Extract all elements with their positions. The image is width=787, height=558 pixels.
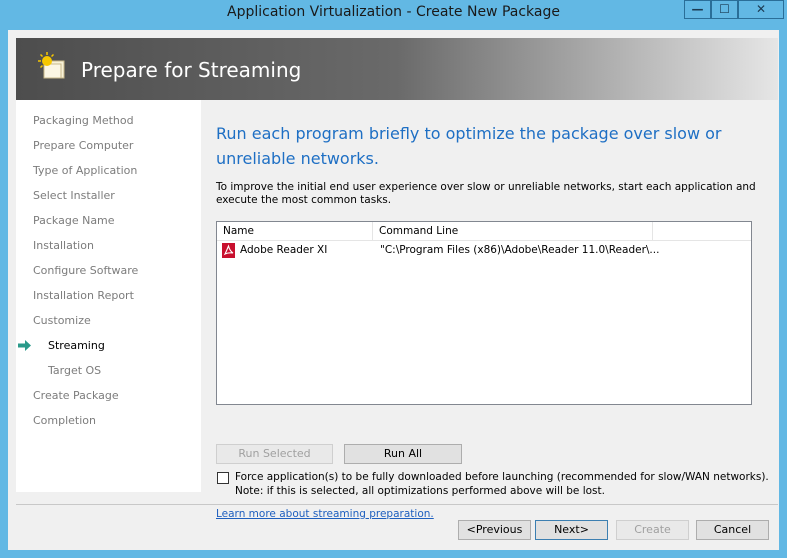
column-header-command-line[interactable]: Command Line	[373, 222, 653, 240]
close-icon: ✕	[755, 2, 767, 16]
application-window: Application Virtualization - Create New …	[0, 0, 787, 558]
next-button[interactable]: Next>	[535, 520, 608, 540]
wizard-step-list: Packaging Method Prepare Computer Type o…	[16, 100, 201, 492]
nav-step-configure-software: Configure Software	[33, 264, 139, 277]
pdf-icon	[222, 243, 235, 258]
command-line-cell: "C:\Program Files (x86)\Adobe\Reader 11.…	[380, 244, 660, 256]
page-heading: Run each program briefly to optimize the…	[216, 124, 722, 168]
nav-step-installation: Installation	[33, 239, 94, 252]
nav-step-type-of-application: Type of Application	[33, 164, 138, 177]
nav-step-installation-report: Installation Report	[33, 289, 134, 302]
minimize-icon: —	[691, 2, 704, 16]
force-download-note: Note: if this is selected, all optimizat…	[235, 485, 605, 497]
minimize-button[interactable]: —	[684, 0, 711, 19]
green-arrow-icon	[18, 340, 31, 351]
applications-list[interactable]: Name Command Line Adobe Reader XI "C:\Pr…	[216, 221, 752, 405]
app-name-cell: Adobe Reader XI	[240, 244, 328, 256]
learn-more-link[interactable]: Learn more about streaming preparation.	[216, 508, 434, 520]
title-bar[interactable]: Application Virtualization - Create New …	[0, 0, 787, 28]
previous-button[interactable]: <Previous	[458, 520, 531, 540]
column-header-name[interactable]: Name	[217, 222, 373, 240]
force-download-label: Force application(s) to be fully downloa…	[235, 470, 769, 498]
page-banner: Prepare for Streaming	[16, 38, 778, 100]
nav-step-prepare-computer: Prepare Computer	[33, 139, 134, 152]
list-header: Name Command Line	[217, 222, 751, 241]
nav-step-target-os: Target OS	[48, 364, 102, 377]
cancel-button[interactable]: Cancel	[696, 520, 769, 540]
footer-divider	[16, 504, 778, 505]
create-button[interactable]: Create	[616, 520, 689, 540]
nav-step-completion: Completion	[33, 414, 97, 427]
run-all-button[interactable]: Run All	[344, 444, 462, 464]
maximize-button[interactable]: ☐	[711, 0, 738, 19]
wizard-client-area: Prepare for Streaming Packaging Method P…	[8, 30, 779, 550]
page-title: Prepare for Streaming	[81, 58, 302, 82]
nav-step-streaming: Streaming	[48, 339, 105, 352]
force-download-checkbox[interactable]	[217, 472, 229, 484]
wizard-page-content: Run each program briefly to optimize the…	[201, 100, 778, 520]
page-description: To improve the initial end user experien…	[216, 181, 756, 206]
nav-step-package-name: Package Name	[33, 214, 115, 227]
run-selected-button[interactable]: Run Selected	[216, 444, 333, 464]
nav-step-create-package: Create Package	[33, 389, 119, 402]
close-button[interactable]: ✕	[738, 0, 784, 19]
force-download-text: Force application(s) to be fully downloa…	[235, 471, 769, 483]
maximize-icon: ☐	[719, 2, 730, 16]
window-title: Application Virtualization - Create New …	[227, 4, 560, 20]
nav-step-customize: Customize	[33, 314, 91, 327]
nav-step-packaging-method: Packaging Method	[33, 114, 134, 127]
nav-step-select-installer: Select Installer	[33, 189, 115, 202]
table-row[interactable]: Adobe Reader XI "C:\Program Files (x86)\…	[217, 242, 751, 259]
wizard-sun-icon	[38, 52, 65, 79]
